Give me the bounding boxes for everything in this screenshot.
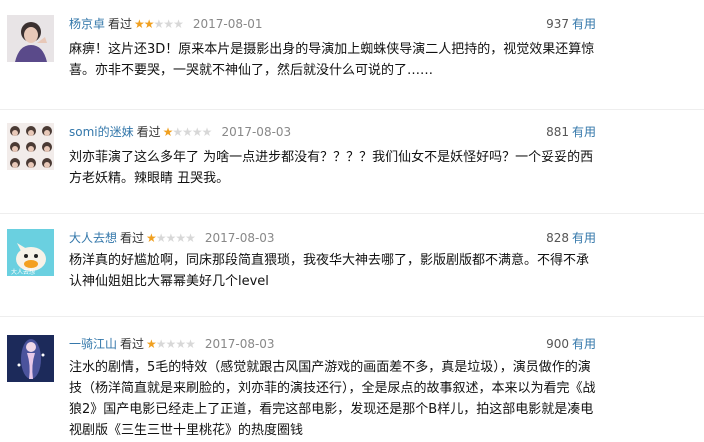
vote-box: 900 有用 xyxy=(546,335,596,353)
useful-button[interactable]: 有用 xyxy=(572,337,596,351)
watch-status: 看过 xyxy=(136,125,161,139)
comment-text: 麻痹！这片还3D！原来本片是摄影出身的导演加上蜘蛛侠导演二人把持的，视觉效果还算… xyxy=(69,42,595,78)
divider xyxy=(0,109,704,110)
comment-text: 刘亦菲演了这么多年了 为啥一点进步都没有？？？？我们仙女不是妖怪好吗？一个妥妥的… xyxy=(69,150,594,186)
username-link[interactable]: 杨京卓 xyxy=(69,17,105,31)
avatar[interactable] xyxy=(7,335,54,382)
star-empty-icon: ★★★★ xyxy=(155,231,196,245)
vote-count: 881 xyxy=(546,125,569,139)
comment-meta: 杨京卓 看过 ★★★★★ 2017-08-01 xyxy=(69,15,263,33)
vote-box: 937 有用 xyxy=(546,15,596,33)
vote-count: 937 xyxy=(546,17,569,31)
star-icon: ★ xyxy=(146,337,157,351)
comment-meta: somi的迷妹 看过 ★★★★★ 2017-08-03 xyxy=(69,123,291,141)
vote-count: 900 xyxy=(546,337,569,351)
comment-text: 注水的剧情，5毛的特效（感觉就跟古风国产游戏的画面差不多，真是垃圾），演员做作的… xyxy=(69,360,596,438)
rating-stars: ★★★★★ xyxy=(146,335,196,353)
comment-date: 2017-08-03 xyxy=(204,231,275,245)
star-icon: ★ xyxy=(162,125,174,139)
comment-text: 杨洋真的好尴尬啊，同床那段简直猥琐，我夜华大神去哪了，影版剧版都不满意。不得不承… xyxy=(69,253,590,289)
star-icon: ★★ xyxy=(134,17,154,31)
comment-meta: 大人去想 看过 ★★★★★ 2017-08-03 xyxy=(69,229,275,247)
comment-date: 2017-08-03 xyxy=(204,337,275,351)
star-empty-icon: ★★★ xyxy=(153,17,184,31)
comment-date: 2017-08-01 xyxy=(192,17,263,31)
avatar[interactable] xyxy=(7,123,54,170)
avatar[interactable]: 大人去想 xyxy=(7,229,54,276)
avatar[interactable] xyxy=(7,15,54,62)
useful-button[interactable]: 有用 xyxy=(572,17,596,31)
useful-button[interactable]: 有用 xyxy=(572,125,596,139)
vote-box: 828 有用 xyxy=(546,229,596,247)
watch-status: 看过 xyxy=(120,231,145,245)
star-empty-icon: ★★★★ xyxy=(155,337,196,351)
divider xyxy=(0,316,704,317)
divider xyxy=(0,213,704,214)
vote-count: 828 xyxy=(546,231,569,245)
star-icon: ★ xyxy=(146,231,157,245)
rating-stars: ★★★★★ xyxy=(146,229,196,247)
star-empty-icon: ★★★★ xyxy=(172,125,212,139)
comment-meta: 一骑江山 看过 ★★★★★ 2017-08-03 xyxy=(69,335,275,353)
username-link[interactable]: 大人去想 xyxy=(69,231,117,245)
username-link[interactable]: somi的迷妹 xyxy=(69,125,134,139)
rating-stars: ★★★★★ xyxy=(134,15,184,33)
useful-button[interactable]: 有用 xyxy=(572,231,596,245)
svg-text:大人去想: 大人去想 xyxy=(11,268,35,276)
rating-stars: ★★★★★ xyxy=(162,123,213,141)
watch-status: 看过 xyxy=(120,337,145,351)
watch-status: 看过 xyxy=(108,17,133,31)
vote-box: 881 有用 xyxy=(546,123,596,141)
comment-date: 2017-08-03 xyxy=(221,125,292,139)
username-link[interactable]: 一骑江山 xyxy=(69,337,117,351)
